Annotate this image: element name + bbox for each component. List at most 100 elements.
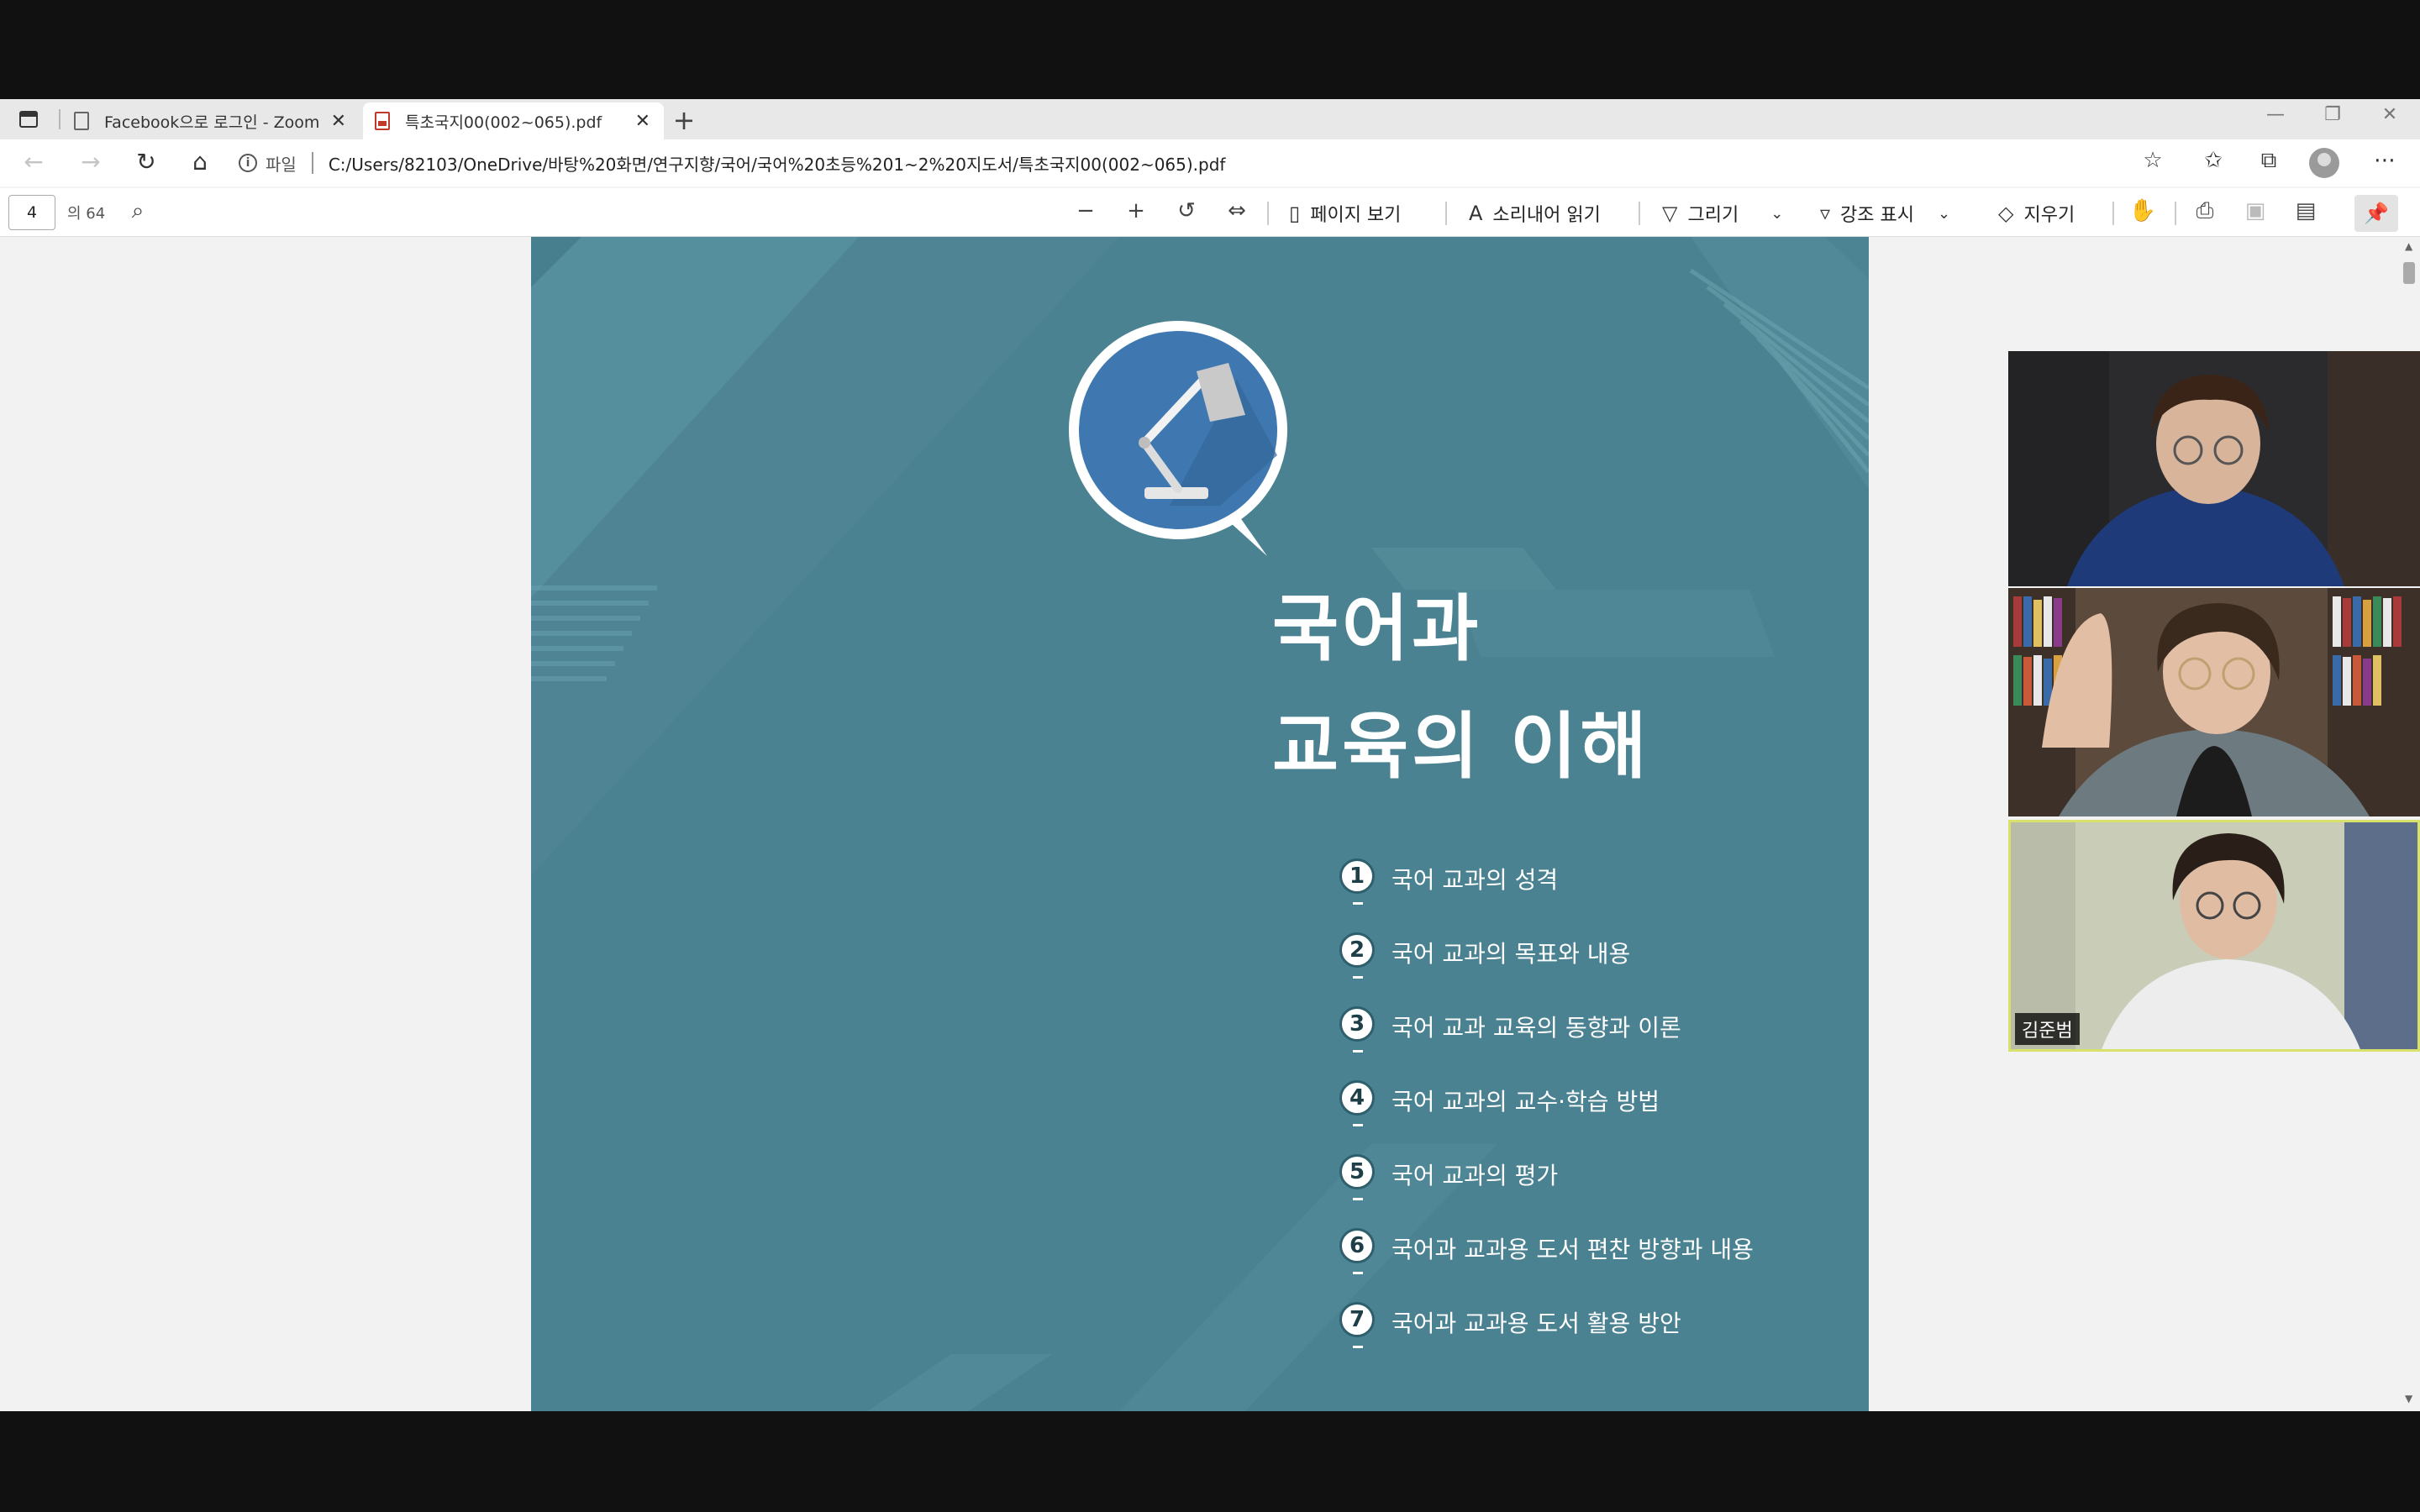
list-item: 2 국어 교과의 목표와 내용: [1339, 932, 1860, 1006]
toolbar-separator: [2175, 202, 2176, 225]
toc-number: 2: [1339, 932, 1375, 968]
save-icon[interactable]: ▣: [2240, 198, 2270, 223]
plus-icon[interactable]: +: [669, 106, 699, 136]
tab-label: 특초국지00(002~065).pdf: [405, 113, 602, 132]
list-item: 3 국어 교과 교육의 동향과 이론: [1339, 1006, 1860, 1080]
sidebar-icon[interactable]: [15, 108, 42, 131]
toc-text: 국어과 교과용 도서 편찬 방향과 내용: [1392, 1236, 1754, 1263]
highlight-button[interactable]: ▿ 강조 표시 ⌄: [1820, 200, 1960, 227]
scroll-down-icon[interactable]: ▼: [2405, 1393, 2412, 1404]
address-bar[interactable]: i 파일 C:/Users/82103/OneDrive/바탕%20화면/연구지…: [239, 144, 2154, 181]
pdf-icon: [375, 112, 390, 130]
chevron-down-icon[interactable]: ⌄: [1938, 205, 1950, 223]
favorites-icon[interactable]: ✩: [2196, 148, 2230, 173]
pin-icon[interactable]: 📌: [2354, 195, 2398, 232]
list-item: 6 국어과 교과용 도서 편찬 방향과 내용: [1339, 1228, 1860, 1302]
table-of-contents: 1 국어 교과의 성격 2 국어 교과의 목표와 내용 3 국어 교과 교육의 …: [1339, 858, 1860, 1376]
forward-icon[interactable]: →: [76, 150, 106, 176]
zoom-out-icon[interactable]: −: [1071, 198, 1101, 223]
video-tile-participant-2[interactable]: [2008, 588, 2420, 816]
home-icon[interactable]: ⌂: [185, 150, 215, 176]
draw-label: 그리기: [1687, 205, 1739, 226]
toc-divider: [1353, 976, 1363, 979]
address-scheme: 파일: [266, 154, 297, 175]
pdf-page: 국어과 교육의 이해 1 국어 교과의 성격 2 국어 교과의 목표와 내용 3…: [531, 237, 1869, 1411]
page-number-input[interactable]: 4: [8, 195, 55, 230]
video-tile-participant-3[interactable]: 김준범: [2008, 820, 2420, 1052]
erase-button[interactable]: ◇ 지우기: [1998, 200, 2075, 227]
highlight-label: 강조 표시: [1840, 205, 1915, 226]
highlight-icon: ▿: [1820, 202, 1831, 225]
participant-video: [2008, 351, 2420, 586]
tab-separator: [59, 109, 60, 129]
toc-number: 1: [1339, 858, 1375, 894]
scrollbar-thumb[interactable]: [2403, 262, 2415, 284]
page-view-label: 페이지 보기: [1310, 205, 1402, 226]
chevron-down-icon[interactable]: ⌄: [1770, 205, 1783, 223]
erase-label: 지우기: [2023, 205, 2075, 226]
page-view-icon: ▯: [1289, 202, 1301, 225]
toc-number: 7: [1339, 1302, 1375, 1337]
toc-divider: [1353, 902, 1363, 905]
rotate-icon[interactable]: ↺: [1171, 198, 1202, 223]
lamp-icon: [1052, 304, 1304, 556]
more-icon[interactable]: ⋯: [2368, 148, 2402, 173]
page-total: 의 64: [67, 205, 106, 223]
toc-number: 6: [1339, 1228, 1375, 1263]
toolbar-separator: [2112, 202, 2114, 225]
info-icon[interactable]: i: [239, 154, 257, 172]
toc-text: 국어 교과의 교수·학습 방법: [1392, 1088, 1660, 1116]
participant-video: [2008, 588, 2420, 816]
toc-text: 국어 교과의 평가: [1392, 1162, 1559, 1189]
close-icon[interactable]: ✕: [331, 111, 346, 132]
fit-icon[interactable]: ⇔: [1222, 198, 1252, 223]
favorite-add-icon[interactable]: ☆: [2136, 148, 2170, 173]
touch-icon[interactable]: ✋: [2128, 198, 2158, 223]
letterbox-top: [0, 0, 2420, 99]
profile-icon[interactable]: [2309, 148, 2339, 178]
page-view-button[interactable]: ▯ 페이지 보기: [1289, 200, 1401, 227]
toolbar-separator: [1267, 202, 1269, 225]
minimize-button[interactable]: —: [2259, 104, 2292, 125]
participant-name: 김준범: [2015, 1013, 2080, 1045]
toc-divider: [1353, 1346, 1363, 1348]
toc-divider: [1353, 1198, 1363, 1200]
zoom-in-icon[interactable]: +: [1121, 198, 1151, 223]
document-title-line1: 국어과: [1272, 587, 1482, 671]
list-item: 1 국어 교과의 성격: [1339, 858, 1860, 932]
address-divider: [311, 152, 313, 174]
restore-button[interactable]: ❐: [2316, 104, 2349, 125]
tab-zoom-login[interactable]: Facebook으로 로그인 - Zoom ✕: [69, 102, 360, 139]
read-aloud-icon: A: [1469, 202, 1483, 225]
window-close-button[interactable]: ✕: [2373, 104, 2407, 125]
address-url[interactable]: C:/Users/82103/OneDrive/바탕%20화면/연구지향/국어/…: [329, 151, 1226, 176]
navigation-bar: ← → ↻ ⌂ i 파일 C:/Users/82103/OneDrive/바탕%…: [0, 139, 2420, 186]
toolbar-separator: [1445, 202, 1447, 225]
tab-label: Facebook으로 로그인 - Zoom: [104, 113, 320, 132]
toc-number: 4: [1339, 1080, 1375, 1116]
toc-text: 국어 교과의 성격: [1392, 866, 1559, 894]
toc-text: 국어과 교과용 도서 활용 방안: [1392, 1310, 1681, 1337]
document-title-line2: 교육의 이해: [1272, 705, 1650, 789]
collections-icon[interactable]: ⧉: [2252, 148, 2286, 174]
back-icon[interactable]: ←: [18, 150, 49, 176]
read-aloud-button[interactable]: A 소리내어 읽기: [1469, 200, 1601, 227]
toolbar-separator: [1639, 202, 1640, 225]
video-tile-participant-1[interactable]: [2008, 351, 2420, 586]
page-icon: [74, 112, 89, 130]
pdf-toolbar: 4 의 64 ⌕ − + ↺ ⇔ ▯ 페이지 보기 A 소리내어 읽기 ▽ 그리…: [0, 188, 2420, 237]
list-item: 7 국어과 교과용 도서 활용 방안: [1339, 1302, 1860, 1376]
refresh-icon[interactable]: ↻: [131, 150, 161, 176]
search-icon[interactable]: ⌕: [123, 198, 153, 224]
letterbox-bottom: [0, 1411, 2420, 1512]
scroll-up-icon[interactable]: ▲: [2405, 240, 2412, 252]
toc-text: 국어 교과의 목표와 내용: [1392, 940, 1631, 968]
eraser-icon: ◇: [1998, 202, 2014, 225]
save-as-icon[interactable]: ▤: [2291, 198, 2321, 223]
close-icon[interactable]: ✕: [635, 111, 650, 132]
toc-divider: [1353, 1124, 1363, 1126]
draw-button[interactable]: ▽ 그리기 ⌄: [1662, 200, 1793, 227]
tab-pdf[interactable]: 특초국지00(002~065).pdf ✕: [363, 102, 664, 139]
print-icon[interactable]: ⎙: [2190, 198, 2220, 224]
read-aloud-label: 소리내어 읽기: [1492, 205, 1601, 226]
